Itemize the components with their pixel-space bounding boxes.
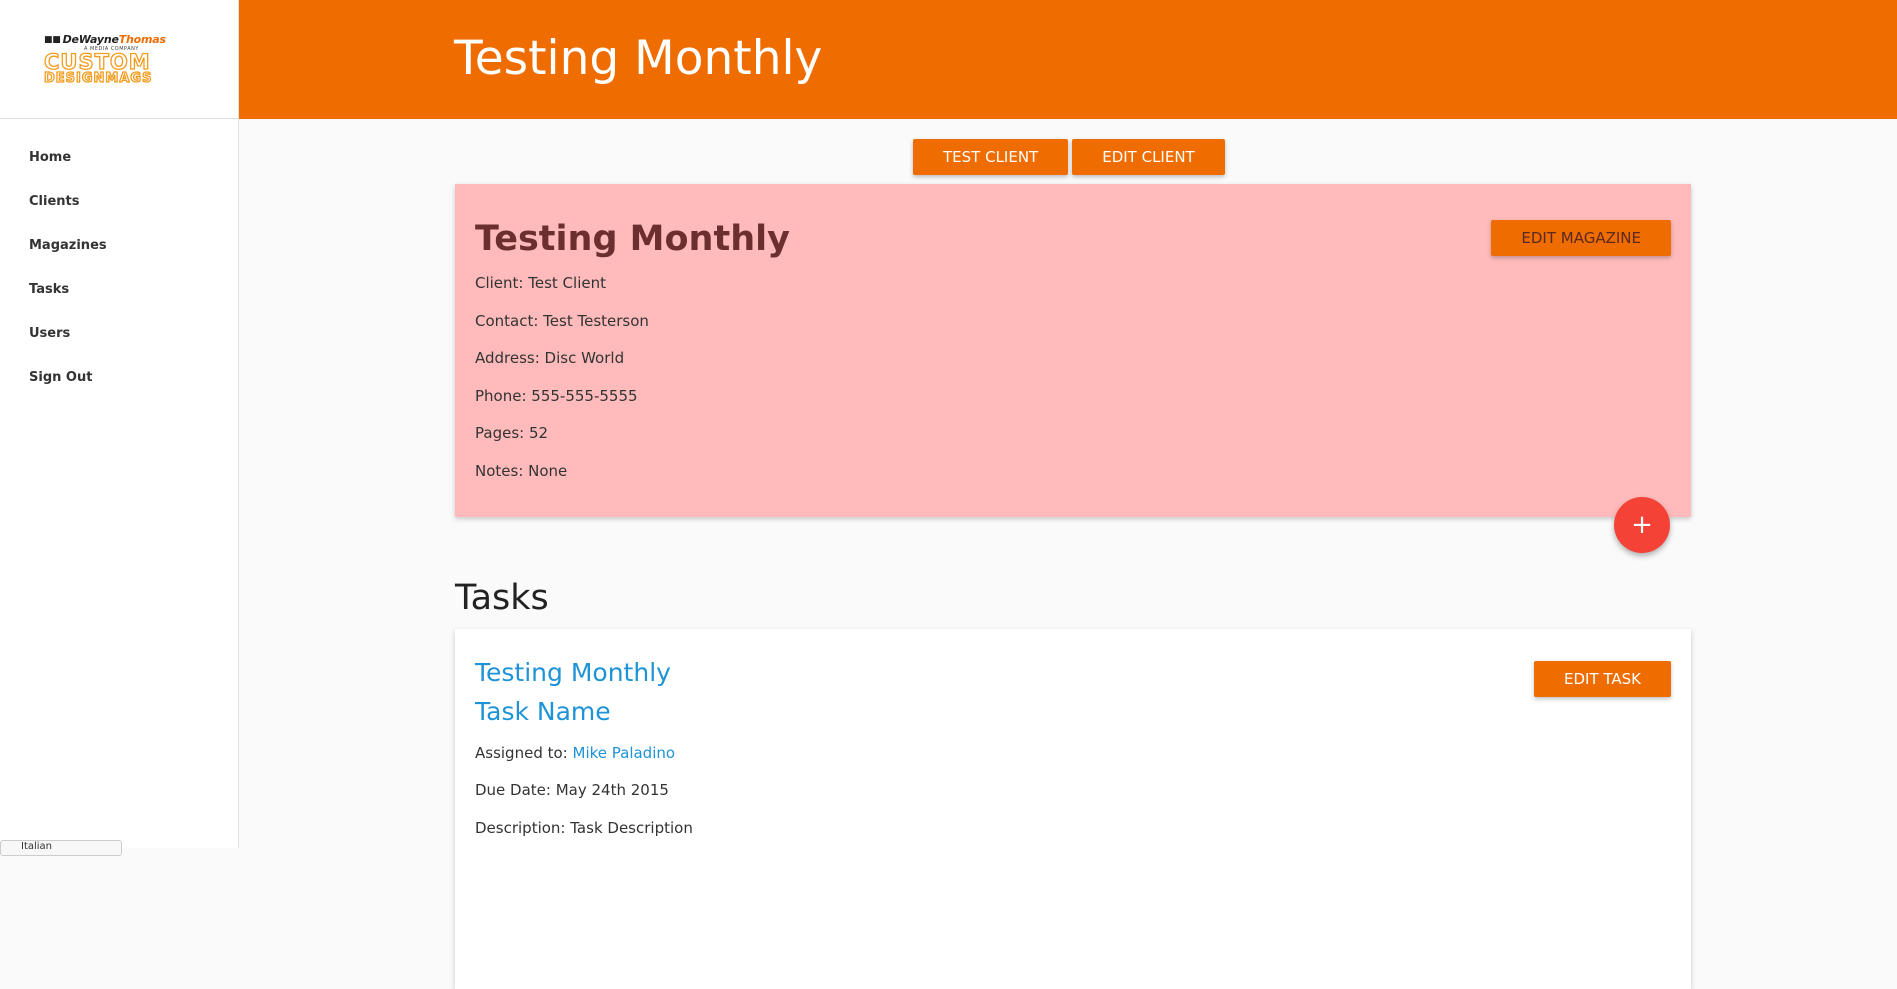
edit-task-button[interactable]: EDIT TASK [1534,661,1671,697]
page-header: Testing Monthly [239,0,1897,119]
magazine-phone: Phone: 555-555-5555 [475,387,638,405]
page-title: Testing Monthly [454,31,823,86]
client-button-group: TEST CLIENT EDIT CLIENT [913,139,1225,175]
magazine-notes: Notes: None [475,462,568,480]
magazine-card: Testing Monthly EDIT MAGAZINE Client: Te… [455,184,1691,517]
logo-text-designmags: DESIGNMAGS [43,71,153,86]
sidebar-item-sign-out[interactable]: Sign Out [0,369,238,413]
sidebar-item-tasks[interactable]: Tasks [0,281,238,325]
brand-logo[interactable]: ■■ DeWayne Thomas A MEDIA COMPANY CUSTOM… [43,33,194,86]
task-assigned-label: Assigned to: [475,744,573,762]
task-assigned: Assigned to: Mike Paladino [475,743,675,763]
logo-area: ■■ DeWayne Thomas A MEDIA COMPANY CUSTOM… [0,0,238,119]
tasks-heading: Tasks [455,578,549,618]
task-due-date: Due Date: May 24th 2015 [475,781,669,799]
language-tab[interactable]: Italian [0,840,122,856]
task-name-link[interactable]: Task Name [475,695,611,729]
task-card: Testing Monthly Task Name EDIT TASK Assi… [455,629,1691,989]
magazine-address: Address: Disc World [475,349,625,367]
sidebar-item-users[interactable]: Users [0,325,238,369]
logo-text-dewayne: DeWayne [62,33,119,46]
magazine-title: Testing Monthly [475,219,790,259]
logo-mark-icon: ■■ [44,35,61,45]
edit-client-button[interactable]: EDIT CLIENT [1072,139,1225,175]
magazine-client: Client: Test Client [475,274,606,292]
plus-icon: + [1631,510,1653,540]
add-task-button[interactable]: + [1614,497,1670,553]
sidebar-item-home[interactable]: Home [0,149,238,193]
sidebar-nav: Home Clients Magazines Tasks Users Sign … [0,119,238,413]
sidebar-item-magazines[interactable]: Magazines [0,237,238,281]
magazine-contact: Contact: Test Testerson [475,312,649,330]
sidebar: ■■ DeWayne Thomas A MEDIA COMPANY CUSTOM… [0,0,239,856]
test-client-button[interactable]: TEST CLIENT [913,139,1069,175]
sidebar-item-clients[interactable]: Clients [0,193,238,237]
task-description: Description: Task Description [475,819,693,837]
magazine-pages: Pages: 52 [475,424,549,442]
assignee-link[interactable]: Mike Paladino [573,744,676,762]
logo-text-custom: CUSTOM [43,50,151,74]
task-magazine-link[interactable]: Testing Monthly [475,656,671,690]
edit-magazine-button[interactable]: EDIT MAGAZINE [1491,220,1671,256]
logo-text-thomas: Thomas [118,33,166,46]
